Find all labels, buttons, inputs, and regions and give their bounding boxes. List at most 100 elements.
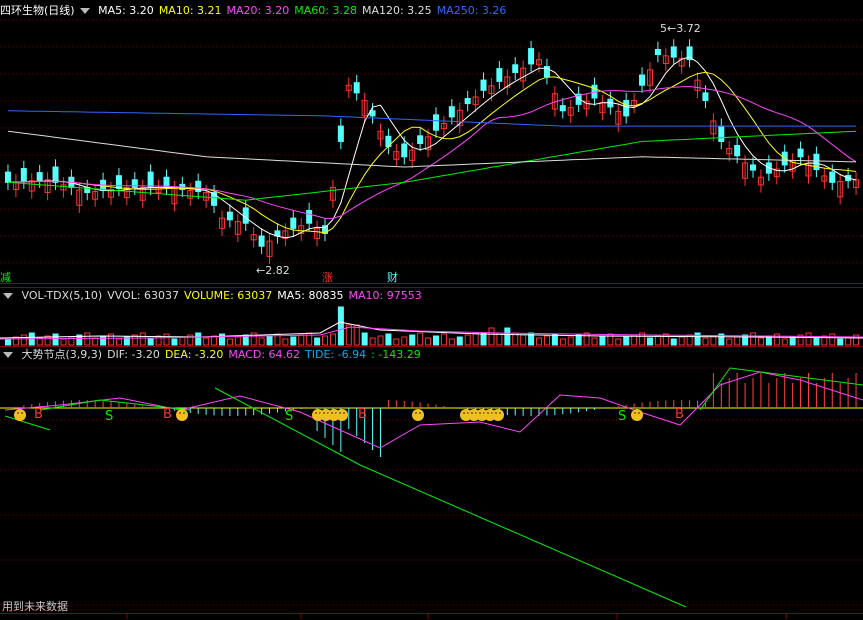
volume-bar [282, 338, 289, 346]
volume-bar [773, 333, 780, 346]
trend-line-2 [699, 367, 863, 411]
face-eye [343, 412, 345, 414]
volume-bar [448, 338, 455, 346]
indicator-value-0: 大势节点(3,9,3) [21, 348, 103, 361]
high-price-label: 5←3.72 [660, 22, 701, 35]
volume-bar [195, 332, 202, 346]
face-eye [339, 412, 341, 414]
volume-bar [425, 337, 432, 346]
candle-body [512, 64, 519, 73]
candle-body [52, 166, 59, 183]
candle-body [670, 46, 677, 58]
volume-bar [829, 333, 836, 346]
candle-body [702, 92, 709, 102]
volume-bar [84, 332, 91, 346]
volume-bar [377, 335, 384, 346]
face-eye [499, 412, 501, 414]
smiley-face-icon [14, 409, 26, 421]
candle-body [417, 135, 424, 144]
volume-legend: VOL-TDX(5,10) VVOL: 63037 VOLUME: 63037 MA5… [22, 289, 427, 302]
volume-value-0: VOL-TDX(5,10) [21, 289, 103, 302]
volume-bar [92, 337, 99, 346]
candle-body [559, 105, 566, 112]
face-eye [419, 412, 421, 414]
volume-bar [115, 338, 122, 346]
candle-body [258, 235, 265, 247]
chevron-down-icon[interactable] [3, 292, 13, 299]
volume-bar [409, 334, 416, 346]
buy-signal-B: B [358, 407, 367, 422]
candle-body [432, 114, 439, 131]
volume-bar [543, 335, 550, 346]
volume-bar [591, 337, 598, 346]
buy-signal-B: B [34, 407, 43, 422]
volume-bar [314, 337, 321, 346]
volume-bar [702, 337, 709, 346]
volume-value-4: MA10: 97553 [348, 289, 422, 302]
volume-bar [726, 338, 733, 346]
future-data-note: 用到未来数据 [2, 600, 68, 613]
volume-bar [440, 333, 447, 346]
volume-bar [393, 338, 400, 346]
volume-bar [203, 337, 210, 346]
volume-value-1: VVOL: 63037 [107, 289, 180, 302]
candle-body [623, 100, 630, 117]
volume-bar [361, 332, 368, 346]
volume-bar [369, 337, 376, 346]
indicator-value-5: : -143.29 [371, 348, 421, 361]
indicator-panel-header: 大势节点(3,9,3) DIF: -3.20 DEA: -3.20 MACD: 64.… [0, 348, 431, 362]
volume-bar [417, 332, 424, 346]
sell-signal-S: S [285, 409, 293, 424]
candle-body [448, 106, 455, 118]
candle-body [353, 82, 360, 94]
candle-body [226, 211, 233, 221]
face-eye [315, 412, 317, 414]
sell-signal-S: S [105, 409, 113, 424]
volume-bar [163, 333, 170, 346]
chart-canvas[interactable]: ←2.82 5←3.72 减 涨 财 B B B B S S S [0, 0, 863, 619]
face-eye [331, 412, 333, 414]
event-marker-zhang: 涨 [322, 271, 333, 284]
volume-bar [520, 334, 527, 346]
face-eye [17, 412, 19, 414]
candle-body [401, 143, 408, 158]
indicator-value-3: MACD: 64.62 [228, 348, 301, 361]
chevron-down-icon[interactable] [3, 351, 13, 358]
volume-bar [401, 336, 408, 346]
volume-panel-header: VOL-TDX(5,10) VVOL: 63037 VOLUME: 63037 MA5… [0, 289, 432, 303]
volume-value-2: VOLUME: 63037 [184, 289, 273, 302]
face-eye [495, 412, 497, 414]
volume-bar [599, 335, 606, 346]
volume-bar [670, 338, 677, 346]
volume-bar [385, 333, 392, 346]
volume-bar [234, 336, 241, 346]
volume-bar [353, 324, 360, 346]
volume-bar [583, 332, 590, 346]
coin-stack-icon [336, 409, 348, 421]
volume-bar [219, 333, 225, 346]
candle-body [750, 164, 756, 171]
volume-bar [678, 336, 685, 346]
candle-body [20, 168, 27, 182]
candle-body [4, 171, 11, 183]
event-marker-cai: 财 [387, 270, 398, 284]
low-price-label: ←2.82 [256, 264, 290, 277]
face-eye [323, 412, 325, 414]
volume-bar [322, 335, 329, 346]
volume-bar [837, 338, 844, 346]
face-eye [487, 412, 489, 414]
macd-line [4, 371, 863, 449]
buy-signal-B: B [163, 407, 172, 422]
candle-body [369, 110, 376, 117]
candle-body [115, 175, 122, 189]
volume-bar [757, 337, 764, 346]
volume-bar [226, 338, 233, 346]
face-eye [638, 412, 640, 414]
volume-bar [575, 334, 582, 346]
volume-bar [694, 332, 701, 346]
indicator-value-2: DEA: -3.20 [164, 348, 224, 361]
volume-bar [710, 335, 717, 346]
face-eye [183, 412, 185, 414]
candle-body [337, 125, 344, 142]
volume-bar [559, 338, 566, 346]
